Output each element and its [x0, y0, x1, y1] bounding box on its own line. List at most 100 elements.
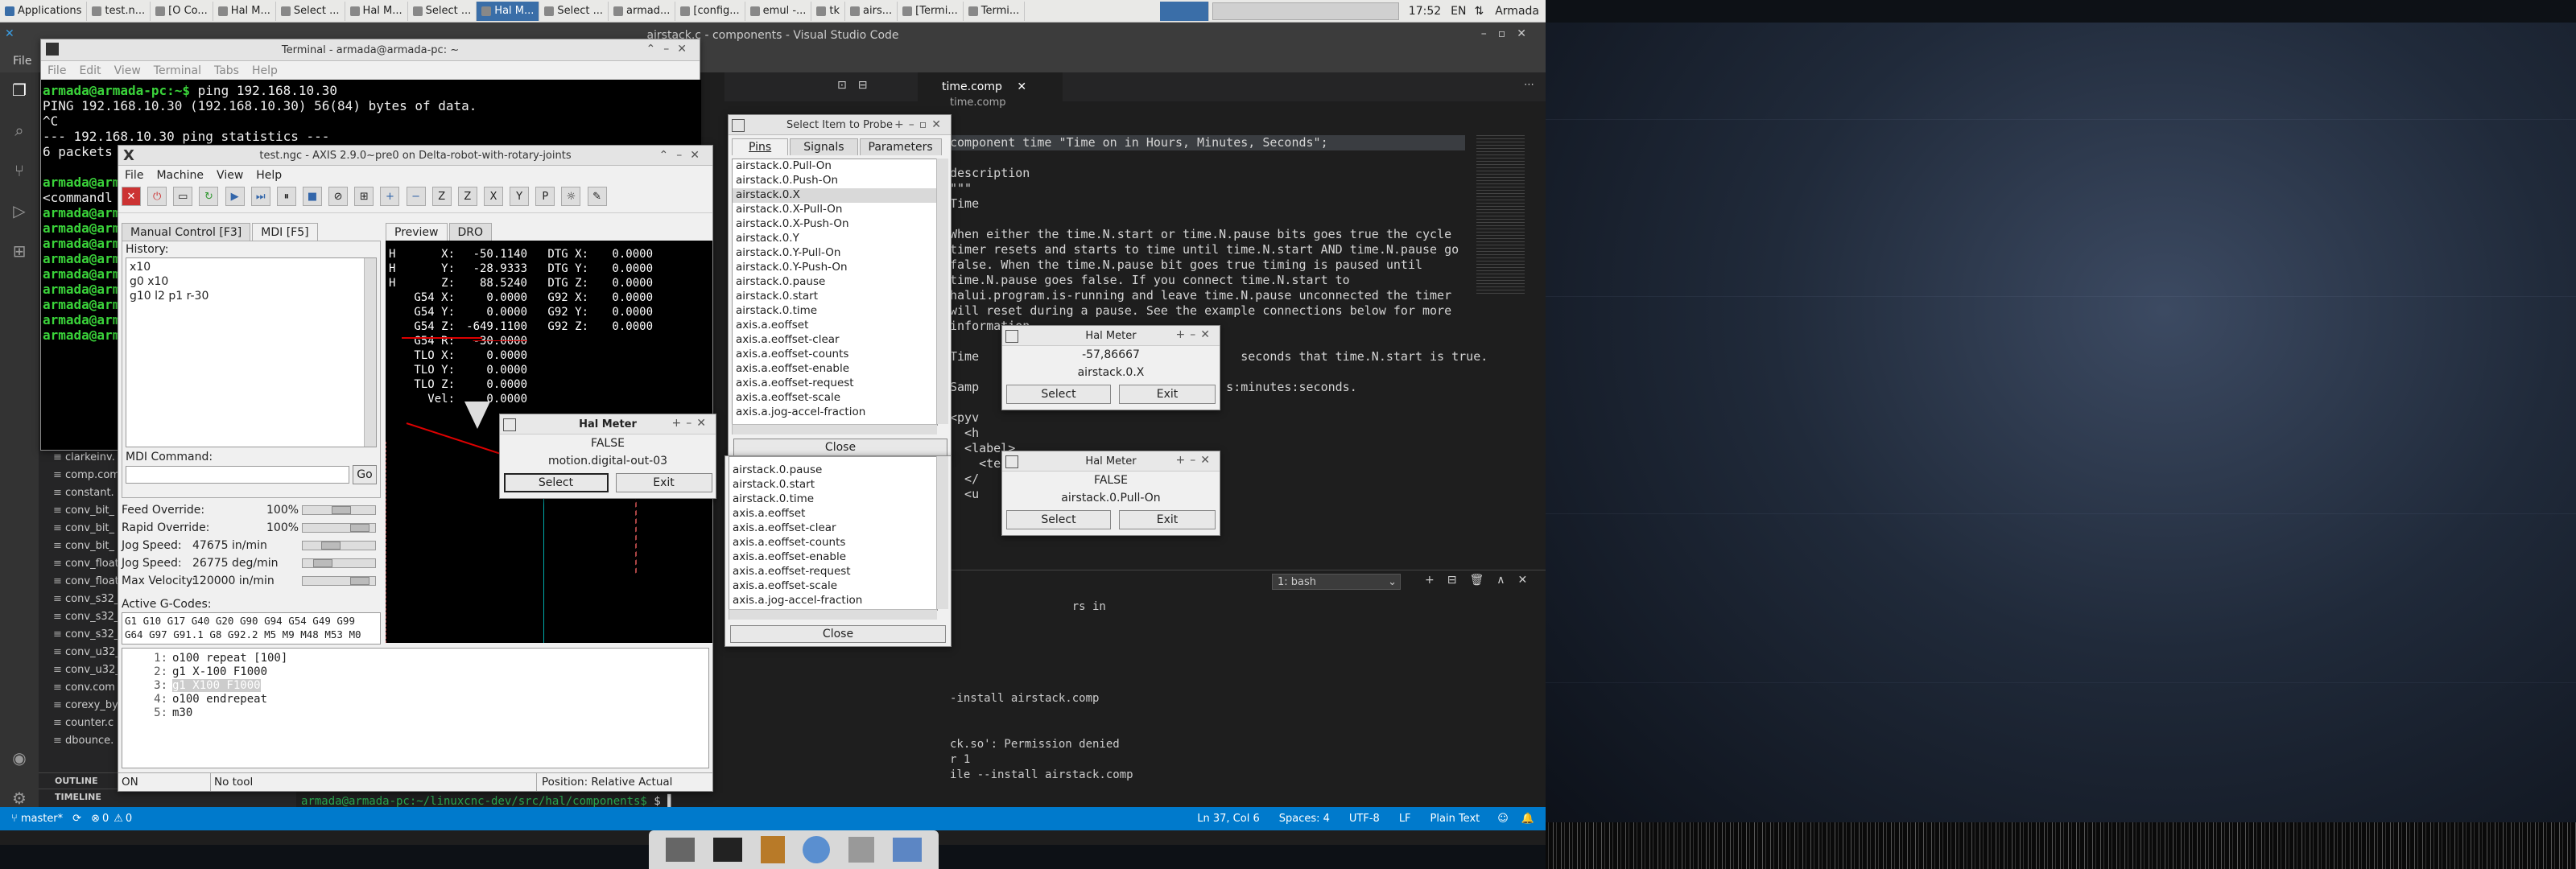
gcode-listing[interactable]: 1: o100 repeat [100] 2: g1 X-100 F1000 3: g1 … [122, 648, 709, 768]
zoom-out-icon[interactable]: − [406, 187, 426, 206]
taskbar-item[interactable]: Select ... [408, 1, 477, 21]
error-count[interactable]: 0 [100, 813, 114, 825]
more-actions-icon[interactable]: ⋯ [1524, 79, 1534, 91]
extensions-icon[interactable]: ⊞ [8, 240, 31, 262]
search-icon[interactable]: ⌕ [8, 119, 31, 142]
clear-live-plot-icon[interactable]: ✎ [587, 187, 607, 206]
zoom-in-icon[interactable]: + [380, 187, 400, 206]
history-item[interactable]: x10 [130, 260, 373, 274]
slider-knob[interactable] [350, 577, 369, 585]
feedback-icon[interactable]: ☺ [1489, 813, 1517, 825]
explorer-file[interactable]: ≡ counter.c [53, 715, 121, 732]
pin-list-item[interactable]: airstack.0.pause [729, 463, 937, 478]
explorer-file[interactable]: ≡ conv_s32_ [53, 608, 121, 626]
pin-list-item[interactable]: axis.a.eoffset-request [729, 565, 937, 579]
terminal-menu-item[interactable]: Help [246, 64, 284, 77]
view-p-icon[interactable]: P [535, 187, 555, 206]
settings-gear-icon[interactable]: ⚙ [8, 787, 31, 809]
explorer-file[interactable]: ≡ conv_bit_ [53, 520, 121, 537]
pin-list-item[interactable]: airstack.0.time [733, 304, 937, 319]
branch-name[interactable]: master* [21, 813, 63, 825]
explorer-file[interactable]: ≡ conv_bit_ [53, 502, 121, 520]
terminal-menu-item[interactable]: Edit [72, 64, 107, 77]
explorer-file[interactable]: ≡ comp.com [53, 467, 121, 484]
slider-knob[interactable] [321, 542, 341, 550]
notifications-icon[interactable]: 🔔 [1517, 813, 1546, 825]
explorer-file[interactable]: ≡ dbounce. [53, 732, 121, 750]
run-icon[interactable]: ▶ [225, 187, 245, 206]
history-scrollbar[interactable] [364, 258, 376, 447]
block-delete-icon[interactable]: ⊘ [328, 187, 349, 206]
slider-knob[interactable] [350, 524, 369, 532]
close-tab-icon[interactable]: ✕ [1017, 80, 1026, 93]
editor-actions[interactable]: ⊡⊟ [837, 79, 878, 92]
pin-list-item[interactable]: axis.a.jog-accel-fraction [729, 594, 937, 608]
account-icon[interactable]: ◉ [8, 747, 31, 769]
pin-list-item[interactable]: axis.a.eoffset-scale [729, 579, 937, 594]
program-line[interactable]: 3: g1 X100 F1000 [122, 679, 708, 693]
axis-menu-item[interactable]: Machine [150, 169, 210, 182]
tab-signals[interactable]: Signals [790, 138, 858, 155]
explorer-file[interactable]: ≡ conv_s32_ [53, 626, 121, 644]
tab-mdi[interactable]: MDI [F5] [252, 223, 318, 241]
rotate-icon[interactable]: ☼ [561, 187, 581, 206]
explorer-file[interactable]: ≡ constant. [53, 484, 121, 502]
app-finder-icon[interactable] [848, 837, 874, 863]
probe2-close-button[interactable]: Close [730, 625, 946, 643]
taskbar-item[interactable]: Hal M... [477, 1, 540, 21]
pin-list-2[interactable]: airstack.0.pause airstack.0.start airstack… [729, 456, 938, 611]
taskbar-item[interactable]: Hal M... [213, 1, 276, 21]
taskbar-item[interactable]: airs... [845, 1, 898, 21]
pin-list-item[interactable]: airstack.0.Y-Pull-On [733, 246, 937, 261]
explorer-file[interactable]: ≡ conv_u32_ [53, 661, 121, 679]
mdi-go-button[interactable]: Go [353, 465, 377, 484]
terminal-menu-item[interactable]: View [108, 64, 147, 77]
pin-list-item[interactable]: axis.a.eoffset [729, 507, 937, 521]
probe-window-controls[interactable]: +–▫✕ [894, 118, 946, 131]
tab-parameters[interactable]: Parameters [859, 138, 942, 155]
pin-list-hscrollbar[interactable] [732, 424, 937, 434]
meter-exit-button[interactable]: Exit [615, 473, 712, 492]
explorer-file[interactable]: ≡ corexy_by [53, 697, 121, 715]
override-slider[interactable] [302, 505, 376, 515]
axis-menu-item[interactable]: File [118, 169, 150, 182]
pin-list-2-hscrollbar[interactable] [729, 609, 937, 620]
hal-meter-1-titlebar[interactable]: Hal Meter +–✕ [500, 414, 716, 434]
pause-icon[interactable]: ⏸ [276, 187, 296, 206]
view-z-icon[interactable]: Z [431, 187, 452, 206]
pin-list-item[interactable]: axis.a.jog-accel-fraction [733, 406, 937, 420]
file-manager-icon[interactable] [760, 836, 785, 863]
vscode-window-controls[interactable]: –▫✕ [1481, 27, 1538, 40]
terminal-select[interactable]: 1: bash ⌄ [1272, 574, 1401, 590]
pin-list-item[interactable]: airstack.0.start [733, 290, 937, 304]
override-slider[interactable] [302, 523, 376, 533]
taskbar-item[interactable]: Termi... [964, 1, 1026, 21]
terminal-icon[interactable] [712, 838, 742, 862]
axis-menu-item[interactable]: View [210, 169, 250, 182]
terminal-titlebar[interactable]: Terminal - armada@armada-pc: ~ ⌃–✕ [41, 39, 700, 61]
explorer-file[interactable]: ≡ conv_float [53, 573, 121, 591]
slider-knob[interactable] [313, 559, 332, 567]
view-x-icon[interactable]: X [483, 187, 503, 206]
optional-stop-icon[interactable]: ⊞ [354, 187, 374, 206]
workspace-1[interactable] [1159, 1, 1209, 21]
terminal-window-controls[interactable]: ⌃–✕ [646, 43, 695, 56]
probe-titlebar[interactable]: Select Item to Probe +–▫✕ [729, 115, 951, 135]
pin-list-item[interactable]: axis.a.eoffset-request [733, 377, 937, 391]
probe-close-button[interactable]: Close [733, 439, 947, 456]
workspace-switcher[interactable] [1212, 2, 1399, 20]
pin-list-item[interactable]: axis.a.eoffset-counts [733, 348, 937, 362]
pin-list[interactable]: airstack.0.Pull-On airstack.0.Push-On airs… [732, 159, 938, 426]
minimap[interactable] [1473, 111, 1538, 562]
reload-icon[interactable]: ↻ [199, 187, 219, 206]
run-debug-icon[interactable]: ▷ [8, 200, 31, 222]
integrated-terminal[interactable]: 1: bash ⌄ +⊟🗑∧✕ rs in -install airstack.co… [950, 570, 1546, 807]
terminal-menu-item[interactable]: Terminal [147, 64, 208, 77]
program-line[interactable]: 2: g1 X-100 F1000 [122, 665, 708, 679]
hal-meter-2-controls[interactable]: +–✕ [1176, 328, 1215, 341]
warning-count[interactable]: 0 [123, 813, 137, 825]
taskbar-item[interactable]: [Termi... [898, 1, 964, 21]
hal-meter-1-controls[interactable]: +–✕ [672, 417, 711, 430]
history-item[interactable]: g10 l2 p1 r-30 [130, 289, 373, 303]
pin-list-item[interactable]: airstack.0.Pull-On [733, 159, 937, 174]
